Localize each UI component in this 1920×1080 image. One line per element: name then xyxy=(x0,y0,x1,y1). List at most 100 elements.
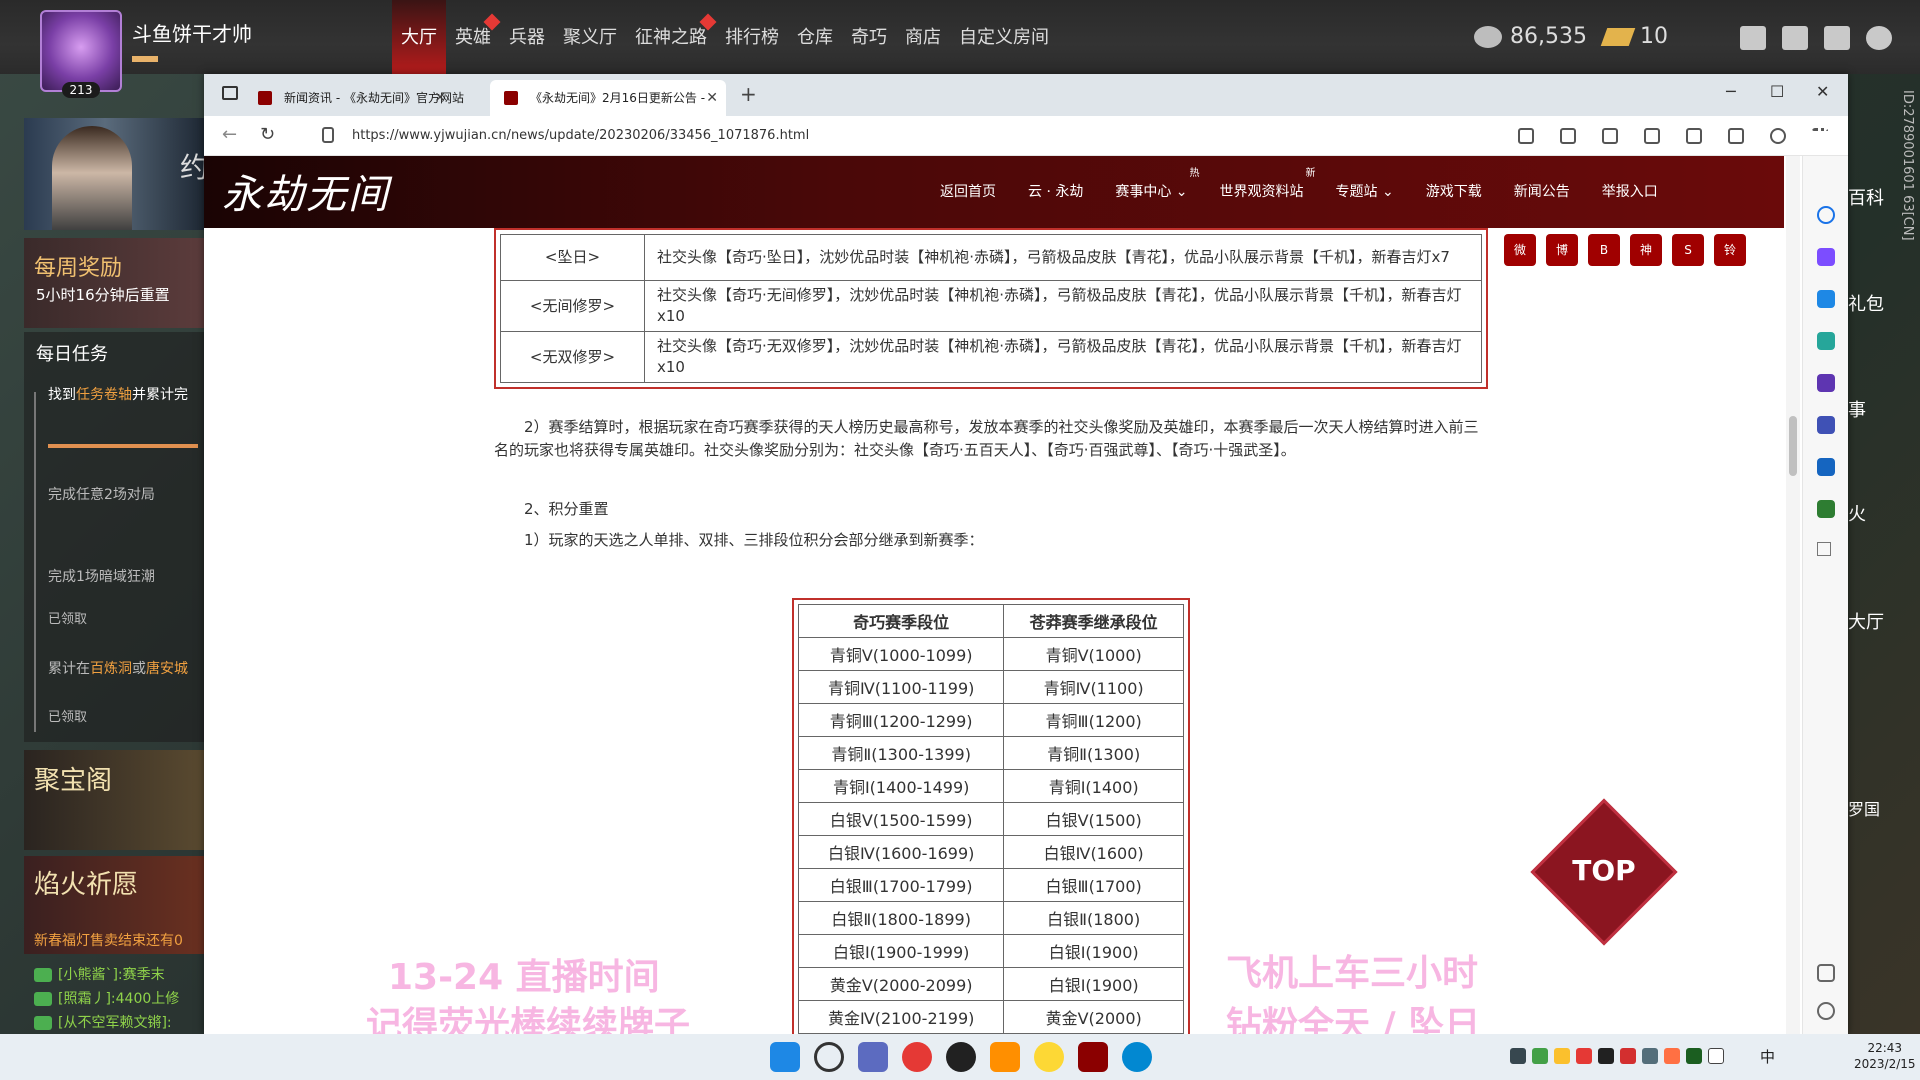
right-label-gift[interactable]: 礼包 xyxy=(1848,290,1884,316)
add-icon[interactable] xyxy=(1817,542,1831,556)
nav-lobby[interactable]: 大厅 xyxy=(392,0,446,74)
games-icon[interactable] xyxy=(1817,374,1835,392)
play-tray-icon[interactable] xyxy=(1686,1048,1702,1064)
mic-tray-icon[interactable] xyxy=(1708,1048,1724,1064)
tree-icon[interactable] xyxy=(1817,500,1835,518)
new-tab-icon[interactable]: + xyxy=(740,82,757,106)
ime-indicator[interactable]: 中 xyxy=(1760,1046,1775,1067)
back-icon[interactable]: ← xyxy=(222,124,237,145)
search-icon[interactable] xyxy=(814,1042,844,1072)
page-scrollbar[interactable] xyxy=(1786,156,1800,1034)
help-app-icon[interactable] xyxy=(990,1042,1020,1072)
search-icon[interactable] xyxy=(1817,206,1835,224)
record-icon[interactable] xyxy=(946,1042,976,1072)
system-clock[interactable]: 22:43 2023/2/15 xyxy=(1854,1040,1916,1072)
red-tray-icon[interactable] xyxy=(1576,1048,1592,1064)
gear-tray-icon[interactable] xyxy=(1642,1048,1658,1064)
menu-report[interactable]: 举报入口 xyxy=(1586,156,1674,228)
more-icon[interactable] xyxy=(1812,128,1828,144)
menu-events[interactable]: 赛事中心 ⌄ 热 xyxy=(1099,156,1203,228)
nav-weapons[interactable]: 兵器 xyxy=(500,0,554,74)
tab-actions-icon[interactable] xyxy=(222,86,238,100)
tag-icon[interactable] xyxy=(1817,290,1835,308)
obs-tray-icon[interactable] xyxy=(1598,1048,1614,1064)
download-icon[interactable] xyxy=(1728,128,1744,144)
sidebar-settings-icon[interactable] xyxy=(1817,1002,1835,1020)
orange-tray-icon[interactable] xyxy=(1664,1048,1680,1064)
favorites-icon[interactable] xyxy=(1644,128,1660,144)
menu-topics[interactable]: 专题站 ⌄ xyxy=(1320,156,1410,228)
read-aloud-icon[interactable] xyxy=(1518,128,1534,144)
settings-icon[interactable] xyxy=(1866,26,1892,50)
tab-update[interactable]: 《永劫无间》2月16日更新公告 - ✕ xyxy=(490,80,726,116)
steam-tray-icon[interactable] xyxy=(1510,1048,1526,1064)
green-tray-icon[interactable] xyxy=(1532,1048,1548,1064)
wechat-icon[interactable]: 微 xyxy=(1504,234,1536,266)
lock-icon[interactable] xyxy=(322,127,334,143)
nav-guild[interactable]: 聚义厅 xyxy=(554,0,626,74)
right-label-event[interactable]: 事 xyxy=(1848,396,1866,422)
refresh-icon[interactable]: ↻ xyxy=(260,124,275,145)
menu-home[interactable]: 返回首页 xyxy=(924,156,1012,228)
right-label-luoguo[interactable]: 罗国 xyxy=(1848,796,1880,820)
hero-card[interactable]: 约 xyxy=(24,118,204,230)
game-app-icon[interactable] xyxy=(1078,1042,1108,1072)
mail-icon[interactable] xyxy=(1782,26,1808,50)
weibo-icon[interactable]: 博 xyxy=(1546,234,1578,266)
right-label-wiki[interactable]: 百科 xyxy=(1848,184,1884,210)
steam-icon[interactable]: S xyxy=(1672,234,1704,266)
collections-icon[interactable] xyxy=(1686,128,1702,144)
nav-heroes[interactable]: 英雄 xyxy=(446,0,501,74)
back-to-top-label[interactable]: TOP xyxy=(1552,854,1656,887)
daily-task-1[interactable]: 找到任务卷轴并累计完 xyxy=(48,384,188,404)
site-logo[interactable]: 永劫无间 xyxy=(222,162,390,220)
nav-custom-room[interactable]: 自定义房间 xyxy=(950,0,1058,74)
daily-task-3[interactable]: 完成1场暗域狂潮 xyxy=(48,566,155,586)
nav-road[interactable]: 征神之路 xyxy=(626,0,717,74)
maximize-icon[interactable]: ☐ xyxy=(1770,82,1784,101)
shen-icon[interactable]: 神 xyxy=(1630,234,1662,266)
firework-wish-panel[interactable]: 焰火祈愿 新春福灯售卖结束还有0 xyxy=(24,856,204,954)
friends-icon[interactable] xyxy=(1824,26,1850,50)
menu-news[interactable]: 新闻公告 xyxy=(1498,156,1586,228)
netease-tray-icon[interactable] xyxy=(1620,1048,1636,1064)
extensions-icon[interactable] xyxy=(1602,128,1618,144)
right-label-fire[interactable]: 火 xyxy=(1848,500,1866,526)
player-avatar[interactable] xyxy=(40,10,122,92)
edge-icon[interactable] xyxy=(1122,1042,1152,1072)
nav-leaderboard[interactable]: 排行榜 xyxy=(716,0,788,74)
scroll-thumb[interactable] xyxy=(1789,416,1797,476)
url-field[interactable]: https://www.yjwujian.cn/news/update/2023… xyxy=(352,128,809,143)
close-tab-icon[interactable]: ✕ xyxy=(434,80,446,116)
close-tab-icon[interactable]: ✕ xyxy=(706,80,718,116)
nav-shop[interactable]: 商店 xyxy=(896,0,950,74)
netease-icon[interactable] xyxy=(902,1042,932,1072)
help-icon[interactable] xyxy=(1740,26,1766,50)
daily-task-2[interactable]: 完成任意2场对局 xyxy=(48,484,155,504)
owl-app-icon[interactable] xyxy=(1034,1042,1064,1072)
menu-cloud[interactable]: 云 · 永劫 xyxy=(1012,156,1099,228)
yellow-tray-icon[interactable] xyxy=(1554,1048,1570,1064)
right-label-lobby[interactable]: 大厅 xyxy=(1848,608,1884,634)
minimize-icon[interactable]: ─ xyxy=(1726,82,1736,101)
daily-task-4[interactable]: 累计在百炼洞或唐安城 xyxy=(48,658,188,678)
outlook-icon[interactable] xyxy=(1817,458,1835,476)
nav-storage[interactable]: 仓库 xyxy=(788,0,842,74)
copilot-icon[interactable] xyxy=(1817,248,1835,266)
office-icon[interactable] xyxy=(1817,416,1835,434)
nav-qiqiao[interactable]: 奇巧 xyxy=(842,0,896,74)
sidebar-toggle-icon[interactable] xyxy=(1817,964,1835,982)
start-icon[interactable] xyxy=(770,1042,800,1072)
bell-icon[interactable]: 铃 xyxy=(1714,234,1746,266)
toolbox-icon[interactable] xyxy=(1817,332,1835,350)
treasure-pavilion-panel[interactable]: 聚宝阁 xyxy=(24,750,204,850)
menu-download[interactable]: 游戏下载 xyxy=(1410,156,1498,228)
weekly-reward-panel[interactable]: 每周奖励 5小时16分钟后重置 xyxy=(24,238,204,328)
gallery-icon[interactable] xyxy=(858,1042,888,1072)
close-window-icon[interactable]: ✕ xyxy=(1816,82,1829,101)
tab-news[interactable]: 新闻资讯 - 《永劫无间》官方网站 ✕ xyxy=(244,80,464,116)
bilibili-icon[interactable]: B xyxy=(1588,234,1620,266)
profile-icon[interactable] xyxy=(1770,128,1786,144)
menu-lore[interactable]: 世界观资料站新 xyxy=(1204,156,1320,228)
favorite-add-icon[interactable] xyxy=(1560,128,1576,144)
